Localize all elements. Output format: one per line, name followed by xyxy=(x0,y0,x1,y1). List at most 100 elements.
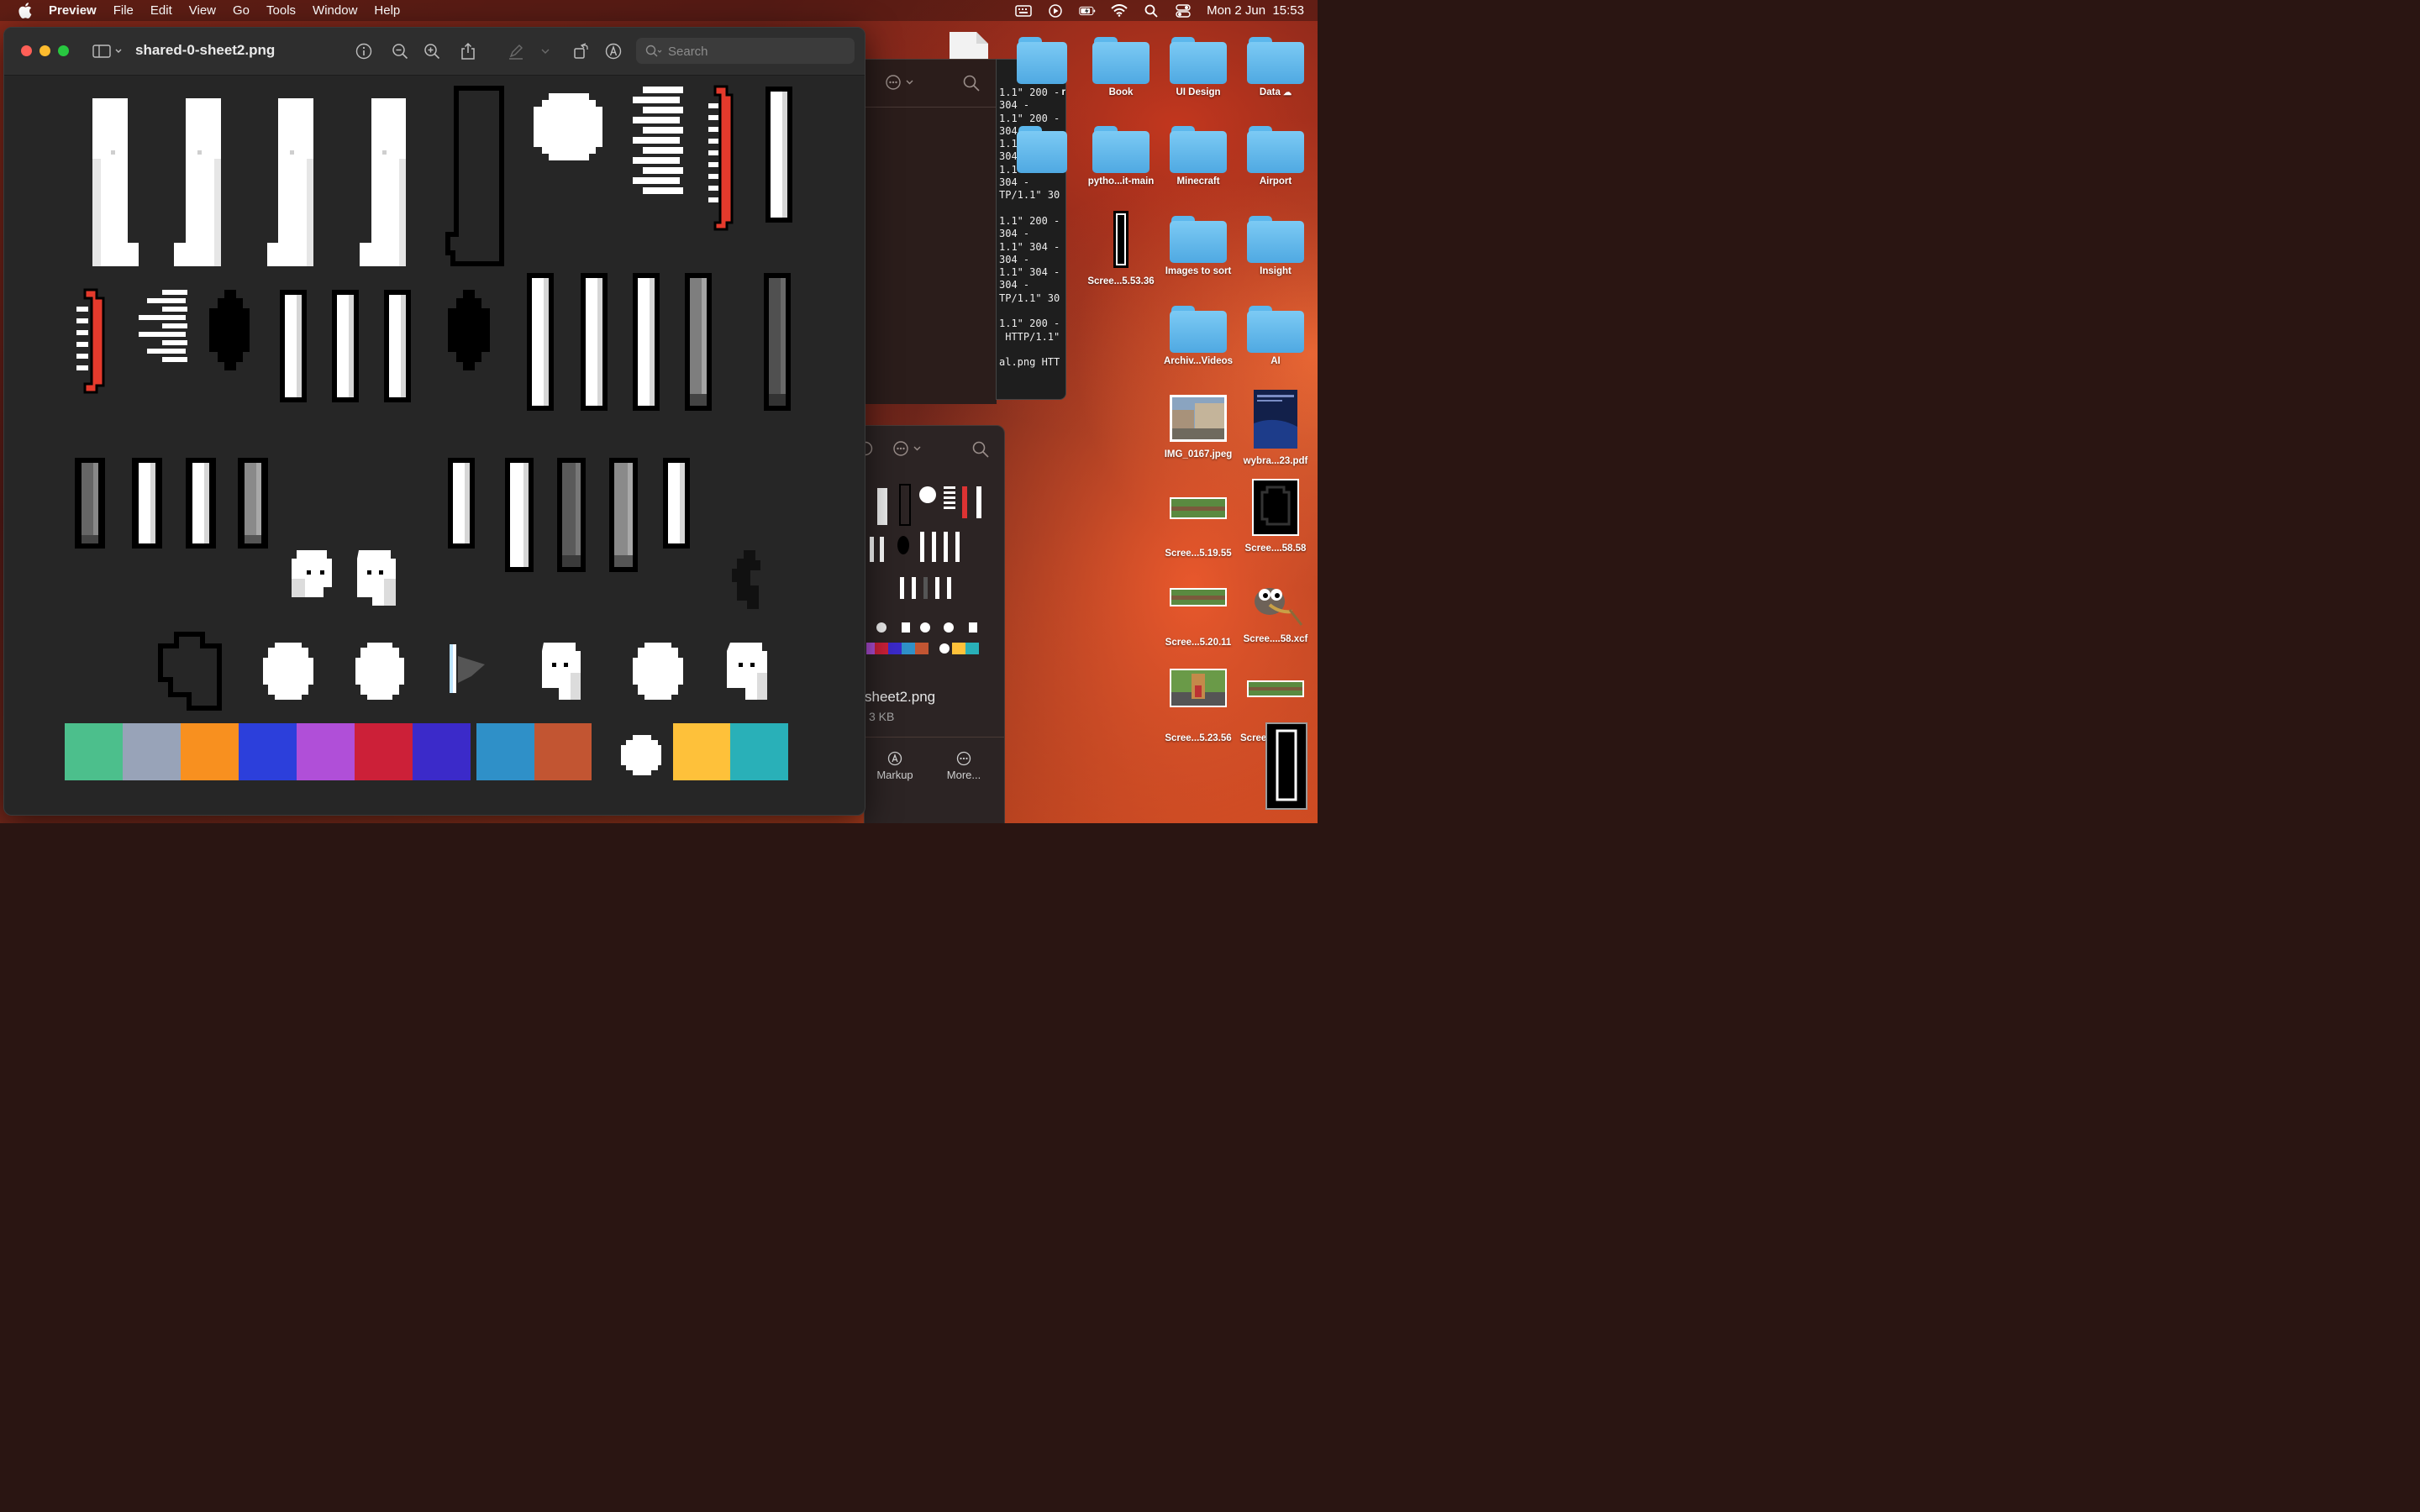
sprite-black-oval-2 xyxy=(448,290,490,370)
menu-app-name[interactable]: Preview xyxy=(49,3,97,18)
desktop-item-label: AI xyxy=(1270,356,1281,366)
markup-icon xyxy=(870,751,920,769)
icloud-icon: ☁ xyxy=(1283,88,1292,97)
desktop-item-screenshot-52011[interactable]: Scree...5.20.11 xyxy=(1158,588,1239,648)
menu-help[interactable]: Help xyxy=(374,3,400,18)
document-icon xyxy=(950,32,988,59)
sprite-gray-bar-3 xyxy=(238,458,268,549)
menu-edit[interactable]: Edit xyxy=(150,3,172,18)
sprite-white-circle-3 xyxy=(355,643,404,700)
folder-icon xyxy=(1247,216,1304,263)
desktop-item-screenshot-51955[interactable]: Scree...5.19.55 xyxy=(1158,497,1239,559)
spotlight-search-icon[interactable] xyxy=(1143,4,1160,18)
image-thumbnail xyxy=(1247,680,1304,697)
sprite-white-face-4 xyxy=(727,643,767,700)
battery-icon[interactable] xyxy=(1079,4,1096,18)
image-thumbnail xyxy=(1170,669,1227,707)
more-options-icon-2[interactable] xyxy=(893,441,923,460)
sprite-white-bar-10 xyxy=(448,458,475,549)
terminal-line: 304 - xyxy=(999,176,1030,189)
folder-icon xyxy=(1170,306,1227,353)
sprite-white-circle xyxy=(534,93,602,160)
markup-button[interactable]: Markup xyxy=(870,751,920,781)
minimize-button[interactable] xyxy=(39,45,50,56)
wifi-icon[interactable] xyxy=(1111,4,1128,18)
desktop-item-book[interactable]: Book xyxy=(1081,37,1161,97)
palette-swatch xyxy=(476,723,534,780)
desktop-item-screenshot-52356[interactable]: Scree...5.23.56 xyxy=(1158,669,1239,743)
sprite-white-circle-2 xyxy=(263,643,313,700)
desktop-item-label: Data ☁ xyxy=(1259,87,1292,97)
zoom-out-button[interactable] xyxy=(390,41,410,61)
dragged-image-thumbnail[interactable] xyxy=(1265,722,1307,810)
sprite-red-bow-1 xyxy=(708,85,734,231)
sprite-white-bar-12 xyxy=(663,458,690,549)
desktop-item-xcf[interactable]: Scree....58.xcf xyxy=(1235,576,1316,644)
keyboard-icon[interactable] xyxy=(1015,4,1032,18)
desktop-item-archive-videos[interactable]: Archiv...Videos xyxy=(1158,306,1239,366)
desktop-item-img-0167[interactable]: IMG_0167.jpeg xyxy=(1158,395,1239,459)
desktop-item-ai[interactable]: AI xyxy=(1235,306,1316,366)
sprite-gray-bar-4 xyxy=(609,458,638,572)
desktop-folder-partial[interactable]: r xyxy=(1017,37,1067,97)
palette-swatch xyxy=(673,723,731,780)
markup-pen-button[interactable] xyxy=(506,41,526,61)
desktop-item-screenshot-55336[interactable]: Scree...5.53.36 xyxy=(1081,210,1161,286)
desktop-folder-partial-label: r xyxy=(1061,87,1065,97)
desktop-item-minecraft[interactable]: Minecraft xyxy=(1158,126,1239,186)
desktop-item-screenshot-5858[interactable]: Scree....58.58 xyxy=(1235,479,1316,554)
menu-tools[interactable]: Tools xyxy=(266,3,296,18)
desktop-item-label: IMG_0167.jpeg xyxy=(1164,449,1233,459)
desktop-item-insight[interactable]: Insight xyxy=(1235,216,1316,276)
sprite-white-face-3 xyxy=(542,643,581,700)
desktop-item-label: Scree...5.20.11 xyxy=(1165,638,1232,648)
palette-swatch xyxy=(65,723,123,780)
menu-view[interactable]: View xyxy=(189,3,216,18)
share-button[interactable] xyxy=(458,41,478,61)
desktop-folder-partial-2[interactable] xyxy=(1017,126,1067,173)
desktop-item-ui-design[interactable]: UI Design xyxy=(1158,37,1239,97)
palette-swatch xyxy=(181,723,239,780)
clock[interactable]: Mon 2 Jun 15:53 xyxy=(1207,3,1304,18)
desktop-item-data[interactable]: Data ☁ xyxy=(1235,37,1316,97)
info-button[interactable] xyxy=(354,41,374,61)
more-button[interactable]: More... xyxy=(939,751,989,781)
sprite-white-bar-6 xyxy=(581,273,608,411)
search-field[interactable] xyxy=(636,38,855,64)
zoom-button[interactable] xyxy=(58,45,69,56)
annotate-button[interactable] xyxy=(603,41,623,61)
play-icon[interactable] xyxy=(1047,3,1064,18)
sprite-black-hook xyxy=(732,550,760,609)
file-size: 3 KB xyxy=(869,710,895,723)
search-icon[interactable] xyxy=(963,75,980,96)
search-input[interactable] xyxy=(666,42,846,60)
rotate-button[interactable] xyxy=(571,41,591,61)
desktop-item-images-to-sort[interactable]: Images to sort xyxy=(1158,216,1239,276)
search-icon-2[interactable] xyxy=(972,441,989,462)
folder-icon xyxy=(1247,37,1304,84)
terminal-window[interactable]: 1.1" 200 -304 -1.1" 200 -304 -1.1" 200 -… xyxy=(996,59,1066,400)
sidebar-toggle-button[interactable] xyxy=(92,41,125,61)
palette-circle xyxy=(621,735,661,775)
sprite-white-bar-3 xyxy=(332,290,359,402)
menu-window[interactable]: Window xyxy=(313,3,357,18)
sprite-black-outline-2 xyxy=(158,632,222,711)
markup-menu-button[interactable] xyxy=(539,41,552,61)
zoom-in-button[interactable] xyxy=(422,41,442,61)
desktop-item-pdf[interactable]: wybra...23.pdf xyxy=(1235,390,1316,466)
markup-circle-icon xyxy=(605,43,622,60)
sprite-white-piece-4 xyxy=(360,98,406,266)
menu-file[interactable]: File xyxy=(113,3,134,18)
desktop-item-python-kit-main[interactable]: pytho...it-main xyxy=(1081,126,1161,186)
control-center-icon[interactable] xyxy=(1175,3,1192,18)
apple-icon[interactable] xyxy=(17,3,34,19)
desktop-item-airport[interactable]: Airport xyxy=(1235,126,1316,186)
terminal-line: TP/1.1" 30 xyxy=(999,189,1060,202)
menu-go[interactable]: Go xyxy=(233,3,250,18)
more-icon xyxy=(939,751,989,769)
more-options-icon[interactable] xyxy=(886,75,916,94)
terminal-line: al.png HTT xyxy=(999,356,1060,369)
desktop-file-partial[interactable] xyxy=(948,32,990,63)
close-button[interactable] xyxy=(21,45,32,56)
